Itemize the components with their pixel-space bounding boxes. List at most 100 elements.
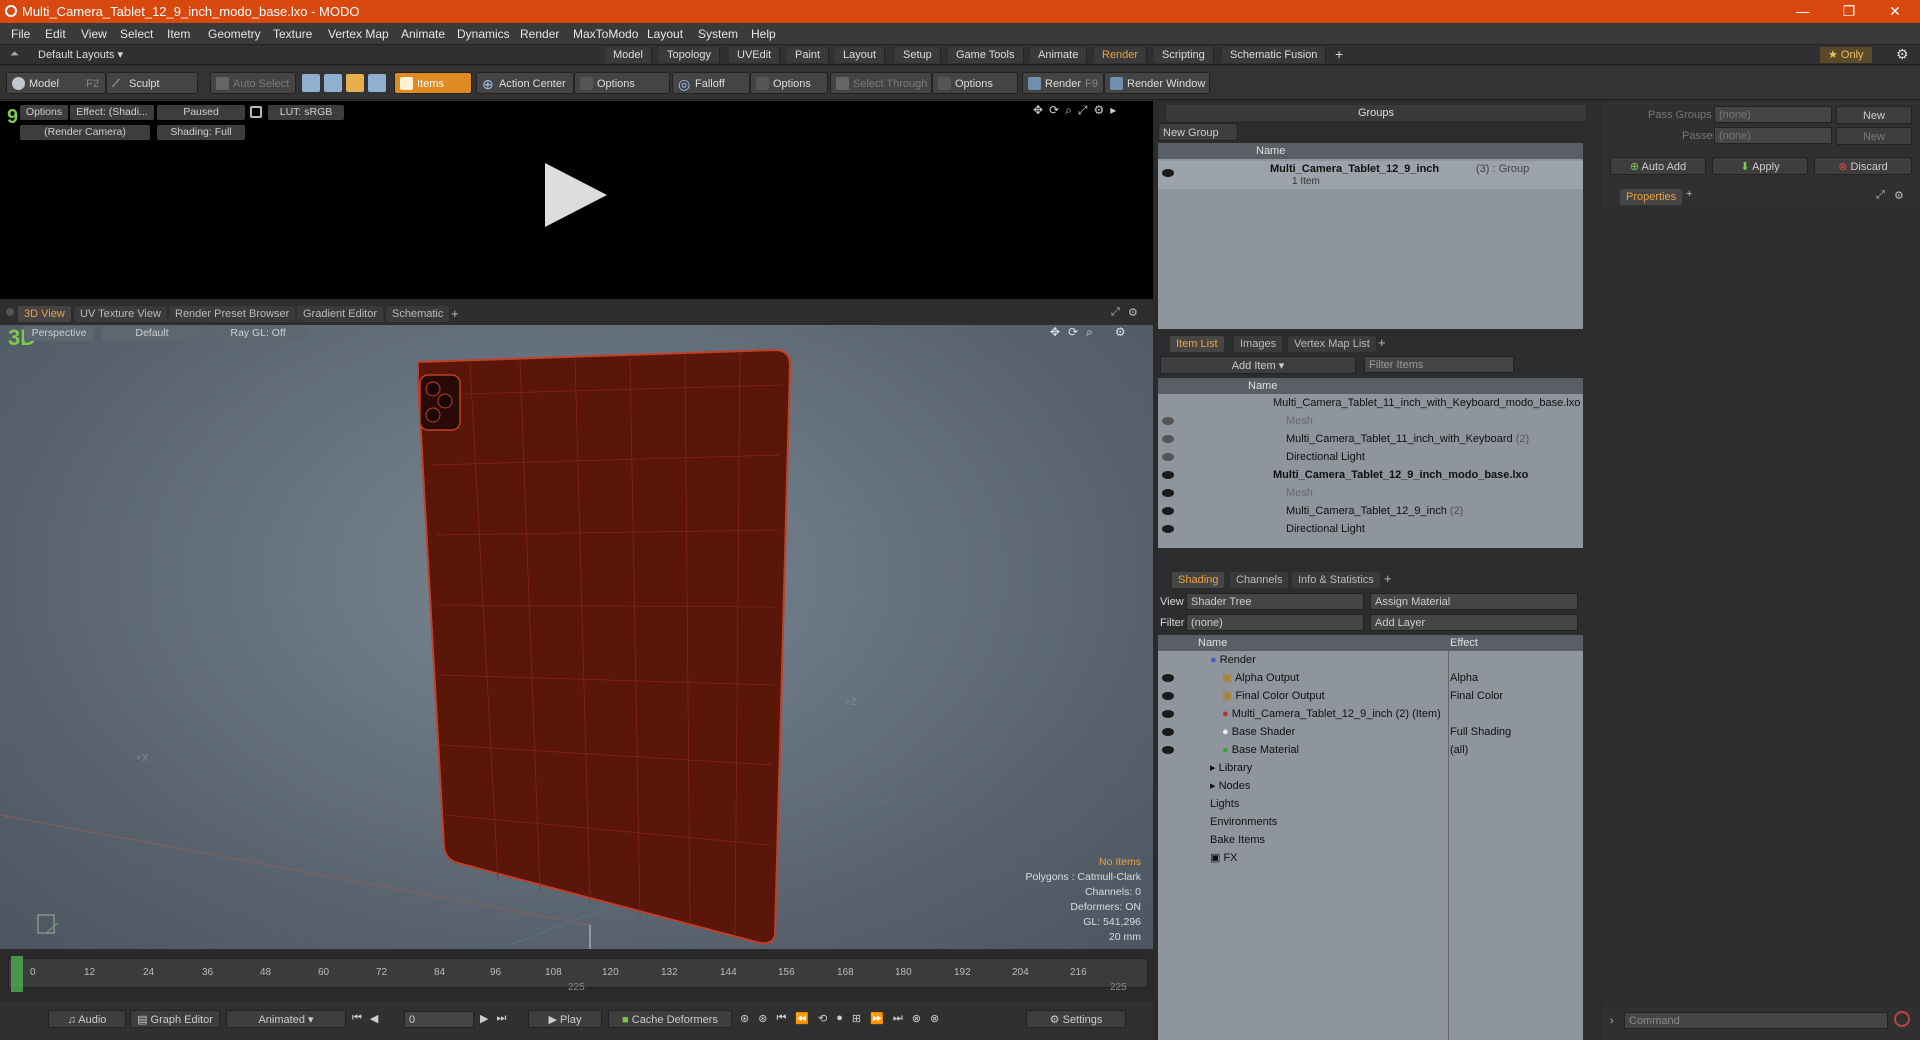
falloff-options-button[interactable]: Options: [750, 72, 828, 94]
command-input[interactable]: Command: [1624, 1012, 1888, 1029]
tab-images[interactable]: Images: [1234, 336, 1283, 352]
render-options-button[interactable]: Options: [20, 105, 68, 120]
new-pass-group-button[interactable]: New: [1836, 106, 1912, 124]
default-layouts-dropdown[interactable]: Default Layouts ▾: [38, 48, 123, 61]
add-viewport-tab-button[interactable]: +: [451, 306, 459, 321]
timeline[interactable]: 0 12 24 36 48 60 72 84 96 108 120 132 14…: [0, 952, 1153, 1000]
auto-add-button[interactable]: ⊕ Auto Add: [1610, 157, 1706, 175]
model-button[interactable]: Model F2: [6, 72, 106, 94]
tab-setup[interactable]: Setup: [895, 47, 941, 63]
render-window-button[interactable]: Render Window: [1104, 72, 1210, 94]
cache-deformers-button[interactable]: ■ Cache Deformers: [608, 1010, 732, 1028]
item-row[interactable]: Multi_Camera_Tablet_11_inch_with_Keyboar…: [1158, 394, 1583, 412]
tab-scripting[interactable]: Scripting: [1154, 47, 1214, 63]
tab-render[interactable]: Render: [1094, 47, 1148, 63]
menu-edit[interactable]: Edit: [45, 27, 66, 41]
eye-icon[interactable]: [1162, 710, 1174, 718]
arrow-right-icon[interactable]: ▸: [1110, 103, 1116, 118]
menu-geometry[interactable]: Geometry: [208, 27, 261, 41]
item-row[interactable]: Directional Light: [1158, 448, 1583, 466]
lut-dropdown[interactable]: LUT: sRGB: [268, 105, 344, 120]
tab-gradient-editor[interactable]: Gradient Editor: [297, 306, 383, 322]
menu-help[interactable]: Help: [751, 27, 776, 41]
eye-icon[interactable]: [1162, 746, 1174, 754]
maximize-icon[interactable]: ⤢: [1111, 306, 1120, 319]
playhead-marker[interactable]: [11, 956, 23, 992]
go-to-start-icon[interactable]: ⏮: [352, 1012, 362, 1025]
shader-row[interactable]: ▣ Final Color Output Final Color: [1158, 687, 1583, 705]
new-group-button[interactable]: New Group: [1158, 123, 1238, 141]
rotate-icon[interactable]: ⟳: [1049, 103, 1059, 118]
polygons-mode-icon[interactable]: [346, 74, 364, 92]
shading-dropdown[interactable]: Shading: Full: [157, 125, 245, 140]
shader-row[interactable]: ▣ Alpha Output Alpha: [1158, 669, 1583, 687]
menu-layout[interactable]: Layout: [647, 27, 683, 41]
add-tab-button[interactable]: +: [1686, 188, 1692, 200]
shader-row[interactable]: Bake Items: [1158, 831, 1583, 849]
link-icon[interactable]: ⊗: [930, 1012, 939, 1025]
menu-vertex-map[interactable]: Vertex Map: [328, 27, 389, 41]
passes-dropdown[interactable]: (none): [1714, 127, 1832, 144]
discard-button[interactable]: ⊗ Discard: [1814, 157, 1912, 175]
tab-layout[interactable]: Layout: [835, 47, 886, 63]
play-icon[interactable]: [545, 163, 607, 227]
assign-material-dropdown[interactable]: Assign Material: [1370, 593, 1578, 610]
tab-render-preset-browser[interactable]: Render Preset Browser: [169, 306, 296, 322]
animated-dropdown[interactable]: Animated ▾: [226, 1010, 346, 1028]
add-layer-dropdown[interactable]: Add Layer: [1370, 614, 1578, 631]
edges-mode-icon[interactable]: [324, 74, 342, 92]
go-to-end-icon[interactable]: ⏭: [496, 1012, 506, 1025]
move-icon[interactable]: ✥: [1033, 103, 1043, 118]
minimize-button[interactable]: —: [1780, 0, 1826, 23]
paused-button[interactable]: Paused: [157, 105, 245, 120]
filter-dropdown[interactable]: (none): [1186, 614, 1364, 631]
shader-row[interactable]: Environments: [1158, 813, 1583, 831]
action-center-button[interactable]: ⊕ Action Center: [476, 72, 574, 94]
eye-icon[interactable]: [1162, 417, 1174, 425]
frame-field[interactable]: 0: [404, 1011, 474, 1028]
filter-items-input[interactable]: Filter Items: [1364, 356, 1514, 373]
vertices-mode-icon[interactable]: [302, 74, 320, 92]
gear-icon[interactable]: ⚙: [1896, 46, 1909, 63]
menu-texture[interactable]: Texture: [273, 27, 312, 41]
eye-icon[interactable]: [1162, 169, 1174, 177]
eye-icon[interactable]: [1162, 489, 1174, 497]
gear-icon[interactable]: ⚙: [1894, 189, 1904, 202]
tab-3d-view[interactable]: 3D View: [18, 306, 71, 322]
shader-row[interactable]: ▸ Library: [1158, 759, 1583, 777]
menu-maxtomodo[interactable]: MaxToModo: [573, 27, 638, 41]
action-center-options-button[interactable]: Options: [574, 72, 670, 94]
key-icon[interactable]: ⊞: [852, 1012, 861, 1025]
shader-row[interactable]: ▣ FX: [1158, 849, 1583, 867]
tab-uvedit[interactable]: UVEdit: [729, 47, 781, 63]
eye-icon[interactable]: [1162, 728, 1174, 736]
falloff-button[interactable]: ◎ Falloff: [672, 72, 750, 94]
eye-icon[interactable]: [1162, 435, 1174, 443]
menu-dynamics[interactable]: Dynamics: [457, 27, 510, 41]
key-icon[interactable]: ⊛: [758, 1012, 767, 1025]
menu-animate[interactable]: Animate: [401, 27, 445, 41]
tab-channels[interactable]: Channels: [1230, 572, 1289, 588]
key-icon[interactable]: ⊛: [740, 1012, 749, 1025]
menu-file[interactable]: File: [11, 27, 30, 41]
add-tab-button[interactable]: +: [1384, 571, 1392, 586]
prev-key-icon[interactable]: ⏪: [795, 1012, 809, 1025]
menu-item[interactable]: Item: [167, 27, 190, 41]
item-row[interactable]: Multi_Camera_Tablet_12_9_inch (2): [1158, 502, 1583, 520]
tab-uv-texture-view[interactable]: UV Texture View: [74, 306, 167, 322]
auto-key-icon[interactable]: ⟲: [818, 1012, 827, 1025]
tab-model[interactable]: Model: [605, 47, 652, 63]
camera-dropdown[interactable]: (Render Camera): [20, 125, 150, 140]
tab-info-statistics[interactable]: Info & Statistics: [1292, 572, 1380, 588]
tab-shading[interactable]: Shading: [1172, 572, 1225, 588]
gear-icon[interactable]: ⚙: [1093, 103, 1104, 118]
tab-game-tools[interactable]: Game Tools: [948, 47, 1024, 63]
prev-key-icon[interactable]: ⏮: [776, 1012, 786, 1025]
shader-row[interactable]: ● Base Material (all): [1158, 741, 1583, 759]
new-pass-button[interactable]: New: [1836, 127, 1912, 145]
eye-icon[interactable]: [1162, 507, 1174, 515]
graph-editor-button[interactable]: ▤ Graph Editor: [130, 1010, 220, 1028]
only-toggle[interactable]: ★ Only: [1820, 47, 1872, 63]
tab-vertex-map-list[interactable]: Vertex Map List: [1288, 336, 1376, 352]
tab-schematic[interactable]: Schematic: [386, 306, 450, 322]
